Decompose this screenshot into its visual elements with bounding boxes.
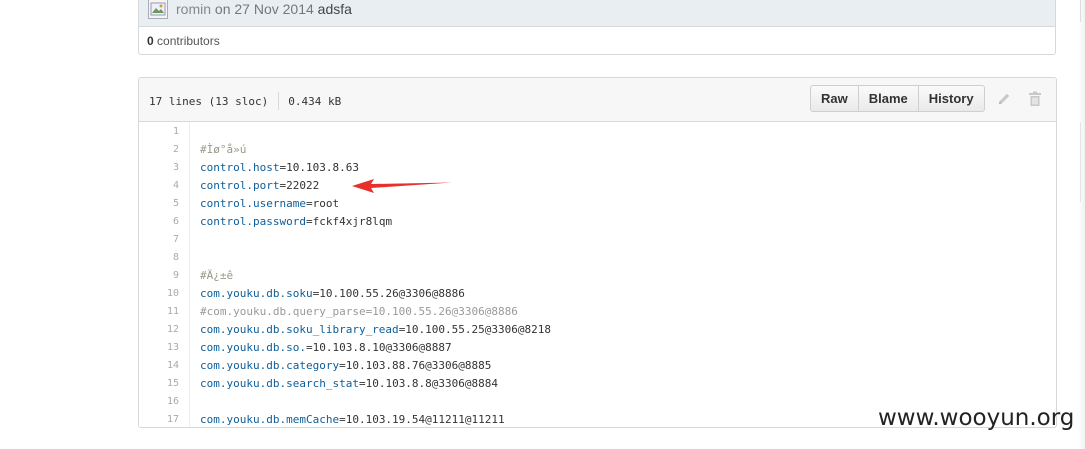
comment-text: #Ìø°å»ú	[200, 143, 247, 156]
code-line: 5 control.username=root	[139, 195, 1056, 213]
config-key: com.youku.db.soku_library_read	[200, 323, 399, 336]
config-key: com.youku.db.category	[200, 359, 340, 372]
code-line: 12 com.youku.db.soku_library_read=10.100.…	[139, 321, 1056, 339]
commit-date: on 27 Nov 2014	[214, 1, 314, 17]
config-value: =10.100.55.26@3306@8886	[312, 287, 465, 300]
line-number[interactable]: 13	[139, 339, 179, 357]
line-number[interactable]: 9	[139, 267, 179, 285]
contributors-label: contributors	[157, 34, 220, 48]
file-viewer: 17 lines (13 sloc) 0.434 kB Raw Blame His…	[138, 77, 1057, 428]
line-content: com.youku.db.category=10.103.88.76@3306@…	[200, 357, 491, 375]
config-value: =10.100.55.25@3306@8218	[398, 323, 552, 336]
line-number[interactable]: 15	[139, 375, 179, 393]
line-number[interactable]: 10	[139, 285, 179, 303]
line-number[interactable]: 16	[139, 393, 179, 411]
contributors-number: 0	[147, 34, 154, 48]
line-number[interactable]: 8	[139, 249, 179, 267]
code-line: 3 control.host=10.103.8.63	[139, 159, 1056, 177]
code-line: 2 #Ìø°å»ú	[139, 141, 1056, 159]
code-line: 8	[139, 249, 1056, 267]
line-content: control.password=fckf4xjr8lqm	[200, 213, 392, 231]
divider	[1080, 122, 1081, 202]
trash-icon[interactable]	[1028, 91, 1042, 107]
commit-author[interactable]: romin	[176, 1, 211, 17]
config-value: =10.103.8.8@3306@8884	[358, 377, 499, 390]
line-number[interactable]: 14	[139, 357, 179, 375]
code-view: 1 2 #Ìø°å»ú 3 control.host=10.103.8.63 4 contr…	[139, 122, 1056, 427]
file-lines-info: 17 lines (13 sloc)	[149, 95, 269, 108]
commit-meta: romin on 27 Nov 2014 adsfa	[176, 1, 352, 17]
config-key: control.username	[200, 197, 306, 210]
code-line: 7	[139, 231, 1056, 249]
line-content: com.youku.db.so.=10.103.8.10@3306@8887	[200, 339, 452, 357]
config-key: control.host	[200, 161, 280, 174]
line-content: control.port=22022	[200, 177, 319, 195]
commit-message[interactable]: adsfa	[318, 1, 352, 17]
config-value: =10.103.8.10@3306@8887	[305, 341, 452, 354]
watermark: www.wooyun.org	[878, 405, 1075, 431]
pencil-icon[interactable]	[996, 91, 1012, 107]
line-number[interactable]: 17	[139, 411, 179, 427]
line-number[interactable]: 11	[139, 303, 179, 321]
config-key: control.port	[200, 179, 280, 192]
config-value: =10.103.8.63	[279, 161, 359, 174]
window-edge	[1078, 0, 1085, 449]
line-number[interactable]: 4	[139, 177, 179, 195]
line-number[interactable]: 3	[139, 159, 179, 177]
contributors-count[interactable]: 0 contributors	[147, 34, 220, 48]
config-value: =10.103.88.76@3306@8885	[339, 359, 492, 372]
file-size: 0.434 kB	[288, 95, 342, 108]
file-actions: Raw Blame History	[810, 85, 985, 112]
line-content: #Ä¿±ê	[200, 267, 233, 285]
blame-button[interactable]: Blame	[857, 85, 919, 112]
divider	[278, 92, 280, 110]
config-key: com.youku.db.memCache	[200, 413, 340, 426]
config-value: =root	[305, 197, 340, 210]
line-content: com.youku.db.memCache=10.103.19.54@11211…	[200, 411, 505, 427]
config-key: com.youku.db.soku	[200, 287, 313, 300]
code-line: 14 com.youku.db.category=10.103.88.76@330…	[139, 357, 1056, 375]
line-content: com.youku.db.search_stat=10.103.8.8@3306…	[200, 375, 498, 393]
file-header: 17 lines (13 sloc) 0.434 kB Raw Blame His…	[139, 78, 1056, 122]
code-line: 11 #com.youku.db.query_parse=10.100.55.26…	[139, 303, 1056, 321]
line-number[interactable]: 7	[139, 231, 179, 249]
history-button[interactable]: History	[917, 85, 985, 112]
raw-button[interactable]: Raw	[810, 85, 859, 112]
line-number[interactable]: 6	[139, 213, 179, 231]
line-content: com.youku.db.soku=10.100.55.26@3306@8886	[200, 285, 465, 303]
line-content: control.username=root	[200, 195, 339, 213]
comment-text: #com.youku.db.query_parse=10.100.55.26@3…	[200, 305, 518, 318]
line-number[interactable]: 2	[139, 141, 179, 159]
code-line: 10 com.youku.db.soku=10.100.55.26@3306@88…	[139, 285, 1056, 303]
line-number[interactable]: 12	[139, 321, 179, 339]
code-line: 6 control.password=fckf4xjr8lqm	[139, 213, 1056, 231]
broken-image-icon	[150, 2, 166, 16]
divider	[1080, 0, 1081, 22]
config-value: =10.103.19.54@11211@11211	[339, 413, 505, 426]
code-line: 9 #Ä¿±ê	[139, 267, 1056, 285]
code-line: 1	[139, 123, 1056, 141]
line-content: #Ìø°å»ú	[200, 141, 246, 159]
code-line: 15 com.youku.db.search_stat=10.103.8.8@33…	[139, 375, 1056, 393]
line-content: com.youku.db.soku_library_read=10.100.55…	[200, 321, 551, 339]
line-number[interactable]: 1	[139, 123, 179, 141]
config-value: =22022	[279, 179, 320, 192]
config-key: com.youku.db.so.	[200, 341, 306, 354]
commit-summary: romin on 27 Nov 2014 adsfa 0 contributor…	[138, 0, 1056, 55]
code-line: 13 com.youku.db.so.=10.103.8.10@3306@8887	[139, 339, 1056, 357]
config-key: control.password	[200, 215, 306, 228]
code-line: 4 control.port=22022	[139, 177, 1056, 195]
config-value: =fckf4xjr8lqm	[305, 215, 393, 228]
comment-text: #Ä¿±ê	[200, 269, 234, 282]
commit-header: romin on 27 Nov 2014 adsfa	[139, 0, 1055, 27]
line-content: control.host=10.103.8.63	[200, 159, 359, 177]
line-number[interactable]: 5	[139, 195, 179, 213]
annotation-arrow	[352, 179, 452, 193]
line-content: #com.youku.db.query_parse=10.100.55.26@3…	[200, 303, 518, 321]
avatar[interactable]	[148, 0, 168, 19]
file-info: 17 lines (13 sloc) 0.434 kB	[149, 92, 342, 111]
config-key: com.youku.db.search_stat	[200, 377, 359, 390]
